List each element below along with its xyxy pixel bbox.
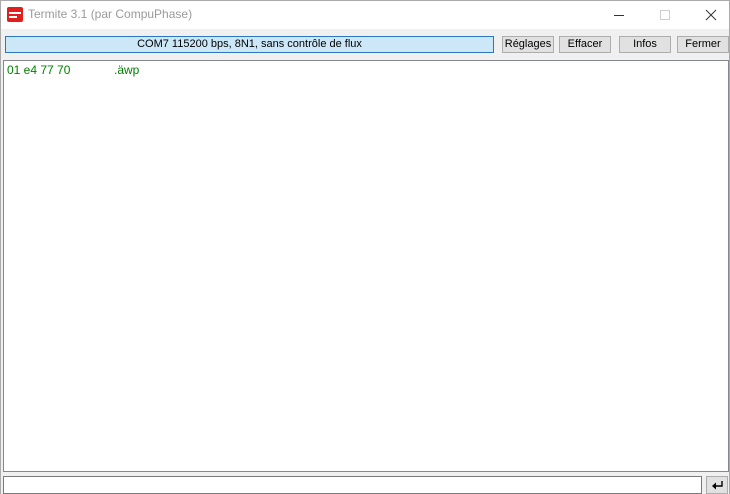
maximize-icon	[660, 10, 670, 20]
send-button[interactable]	[706, 476, 728, 494]
settings-button[interactable]: Réglages	[502, 36, 554, 53]
close-icon	[705, 9, 717, 21]
termite-window: Termite 3.1 (par CompuPhase) COM7 115200…	[0, 0, 730, 494]
info-button[interactable]: Infos	[619, 36, 671, 53]
minimize-icon	[614, 15, 624, 16]
input-row	[1, 473, 729, 494]
output-ascii-text: .äwp	[114, 63, 140, 77]
enter-return-icon	[712, 481, 723, 490]
close-window-button[interactable]	[689, 1, 730, 29]
output-line: 01 e4 77 70 .äwp	[7, 63, 139, 119]
close-port-button[interactable]: Fermer	[677, 36, 729, 53]
window-title: Termite 3.1 (par CompuPhase)	[28, 7, 193, 21]
minimize-button[interactable]	[597, 1, 641, 29]
output-hex-bytes: 01 e4 77 70	[7, 63, 71, 77]
connection-status[interactable]: COM7 115200 bps, 8N1, sans contrôle de f…	[5, 36, 494, 53]
clear-button[interactable]: Effacer	[559, 36, 611, 53]
send-text-input[interactable]	[3, 476, 702, 494]
termite-app-icon[interactable]	[7, 7, 23, 22]
received-data-output[interactable]: 01 e4 77 70 .äwp	[3, 60, 729, 472]
toolbar: COM7 115200 bps, 8N1, sans contrôle de f…	[1, 29, 729, 61]
title-bar[interactable]: Termite 3.1 (par CompuPhase)	[1, 1, 729, 29]
maximize-button[interactable]	[643, 1, 687, 29]
